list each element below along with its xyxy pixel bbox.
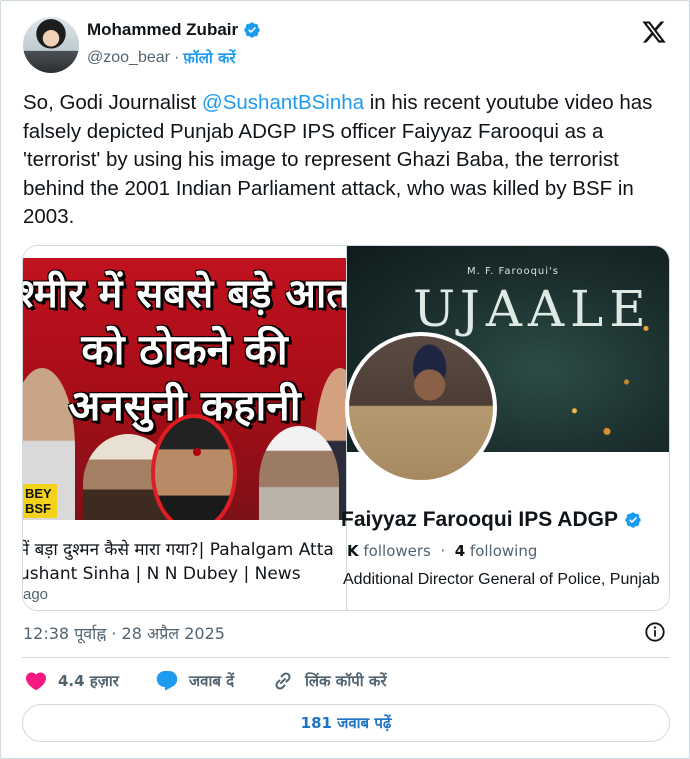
thumbnail-headline-2: को ठोकने की <box>81 325 288 374</box>
separator: · <box>173 49 180 66</box>
highlighted-face-circle <box>151 414 237 520</box>
tweet-card: Mohammed Zubair @zoo_bear · फ़ॉलो करें S… <box>0 0 690 759</box>
video-thumbnail[interactable]: श्मीर में सबसे बड़े आत को ठोकने की अनसुन… <box>23 258 346 520</box>
followers-prefix: K <box>347 542 359 560</box>
author-name[interactable]: Mohammed Zubair <box>87 20 261 40</box>
profile-description: Additional Director General of Police, P… <box>343 571 660 588</box>
reply-label: जवाब दें <box>189 672 235 690</box>
copy-link-label: लिंक कॉपी करें <box>305 672 387 690</box>
profile-name-text: Faiyyaz Farooqui IPS ADGP <box>341 508 618 531</box>
tweet-text-pre: So, Godi Journalist <box>23 91 202 114</box>
verified-badge-icon <box>244 22 260 38</box>
media-container: श्मीर में सबसे बड़े आत को ठोकने की अनसुन… <box>22 245 670 611</box>
author-name-text[interactable]: Mohammed Zubair <box>87 20 238 40</box>
forehead-mark <box>193 448 201 456</box>
profile-picture <box>345 332 497 484</box>
follow-stats: K followers · 4 following <box>347 542 538 560</box>
banner-title: UJAALE <box>413 280 652 338</box>
video-age: ago <box>23 586 49 603</box>
profile-screenshot[interactable]: M. F. Farooqui's UJAALE Faiyyaz Farooqui… <box>341 246 669 610</box>
youtube-link-card[interactable]: श्मीर में सबसे बड़े आत को ठोकने की अनसुन… <box>23 246 346 610</box>
speech-bubble-icon <box>156 671 178 691</box>
heart-icon <box>25 672 47 691</box>
x-logo-icon[interactable] <box>641 19 667 45</box>
handle-row: @zoo_bear · फ़ॉलो करें <box>87 48 236 68</box>
like-button[interactable]: 4.4 हज़ार <box>24 669 119 693</box>
following-label: following <box>469 542 538 560</box>
verified-badge-icon <box>625 512 641 528</box>
banner-subtitle: M. F. Farooqui's <box>467 266 560 277</box>
divider <box>22 657 670 658</box>
mention-link[interactable]: @SushantBSinha <box>202 91 364 114</box>
avatar[interactable] <box>23 17 79 73</box>
read-replies-button[interactable]: 181 जवाब पढ़ें <box>22 704 670 742</box>
like-count: 4.4 हज़ार <box>58 672 119 690</box>
follow-link[interactable]: फ़ॉलो करें <box>183 48 235 68</box>
thumbnail-badge: BEY BSF <box>23 484 57 518</box>
copy-link-button[interactable]: लिंक कॉपी करें <box>271 669 387 693</box>
video-title-line-2[interactable]: ushant Sinha | N N Dubey | News <box>23 562 346 586</box>
following-count: 4 <box>454 542 466 560</box>
info-icon[interactable] <box>644 621 666 643</box>
thumbnail-headline-1: श्मीर में सबसे बड़े आत <box>23 271 346 317</box>
followers-label: followers <box>363 542 431 560</box>
video-title[interactable]: में बड़ा दुश्मन कैसे मारा गया?| Pahalgam… <box>23 538 346 586</box>
link-icon <box>275 672 291 690</box>
timestamp[interactable]: 12:38 पूर्वाह्न · 28 अप्रैल 2025 <box>23 622 225 644</box>
author-handle[interactable]: @zoo_bear <box>87 49 170 67</box>
profile-name: Faiyyaz Farooqui IPS ADGP <box>341 508 642 532</box>
tweet-text: So, Godi Journalist @SushantBSinha in hi… <box>23 89 673 232</box>
video-title-line-1[interactable]: में बड़ा दुश्मन कैसे मारा गया?| Pahalgam… <box>23 538 346 562</box>
reply-button[interactable]: जवाब दें <box>155 669 234 693</box>
